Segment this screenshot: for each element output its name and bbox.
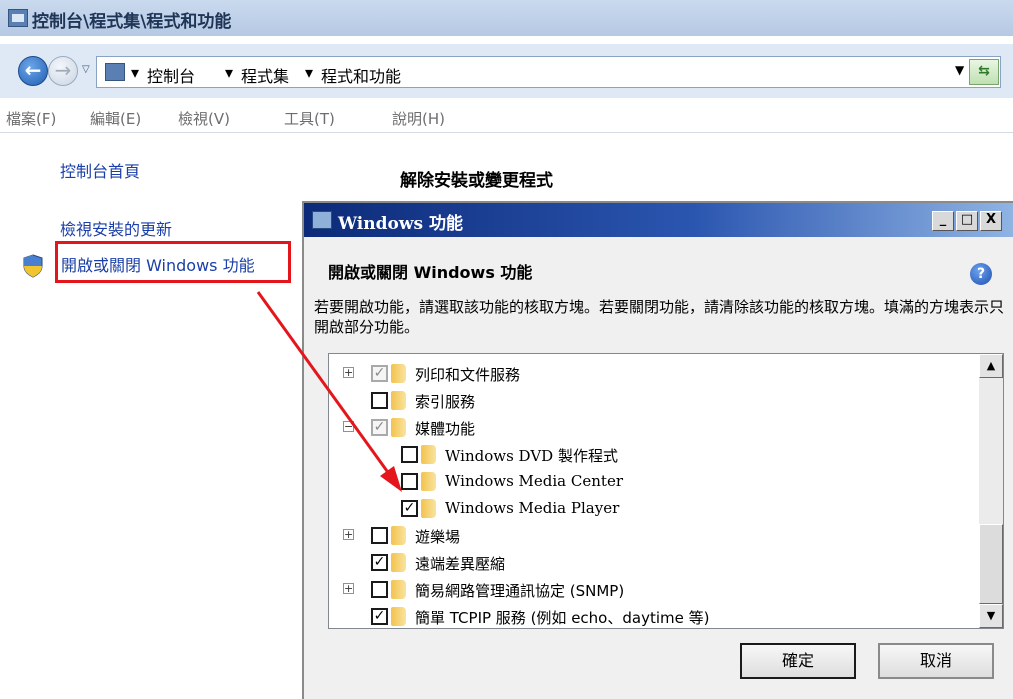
feature-checkbox[interactable] [371, 581, 388, 598]
menu-edit[interactable]: 編輯(E) [90, 108, 141, 129]
dialog-title: Windows 功能 [338, 214, 463, 234]
feature-row[interactable]: ✓ Windows Media Player [329, 495, 979, 522]
feature-row[interactable]: Windows DVD 製作程式 [329, 441, 979, 468]
windows-features-dialog: Windows 功能 _ □ X 開啟或關閉 Windows 功能 ? 若要開啟… [302, 201, 1013, 699]
feature-checkbox[interactable]: ✓ [371, 554, 388, 571]
crumb-separator-icon[interactable]: ▾ [305, 63, 313, 82]
feature-label: 遊樂場 [415, 528, 461, 546]
page-title: 解除安裝或變更程式 [400, 171, 553, 191]
address-field[interactable]: ▾ 控制台 ▾ 程式集 ▾ 程式和功能 ▼ ⇆ [96, 56, 1001, 88]
feature-label: Windows Media Center [445, 472, 623, 490]
refresh-icon[interactable]: ⇆ [969, 59, 999, 85]
feature-checkbox[interactable]: ✓ [371, 608, 388, 625]
feature-row[interactable]: Windows Media Center [329, 468, 979, 495]
folder-icon [421, 499, 436, 518]
ok-button[interactable]: 確定 [740, 643, 856, 679]
feature-checkbox[interactable] [401, 473, 418, 490]
scroll-thumb[interactable] [979, 524, 1003, 604]
feature-label: 遠端差異壓縮 [415, 555, 506, 573]
feature-label: 簡易網路管理通訊協定 (SNMP) [415, 582, 625, 600]
feature-label: 索引服務 [415, 393, 476, 411]
control-panel-icon [8, 9, 28, 27]
sidebar-link-home[interactable]: 控制台首頁 [60, 158, 140, 182]
menu-help[interactable]: 說明(H) [392, 108, 445, 129]
breadcrumb-programs-features[interactable]: 程式和功能 [321, 63, 401, 87]
address-dropdown-icon[interactable]: ▼ [955, 63, 964, 77]
folder-icon [391, 391, 406, 410]
folder-icon [391, 364, 406, 383]
back-arrow-icon[interactable]: ← [18, 56, 48, 86]
breadcrumb-control-panel[interactable]: 控制台 [147, 63, 195, 87]
menu-file[interactable]: 檔案(F) [6, 108, 56, 129]
expand-icon[interactable]: + [343, 583, 354, 594]
folder-icon [421, 445, 436, 464]
crumb-separator-icon[interactable]: ▾ [131, 63, 139, 82]
sidebar-link-updates[interactable]: 檢視安裝的更新 [60, 216, 172, 240]
feature-checkbox[interactable]: ✓ [371, 365, 388, 382]
expand-icon[interactable]: + [343, 367, 354, 378]
maximize-button[interactable]: □ [956, 211, 978, 231]
feature-checkbox[interactable]: ✓ [401, 500, 418, 517]
menu-tools[interactable]: 工具(T) [284, 108, 335, 129]
breadcrumb-programs[interactable]: 程式集 [241, 63, 289, 87]
feature-row[interactable]: − ✓ 媒體功能 [329, 414, 979, 441]
dialog-titlebar: Windows 功能 _ □ X [304, 203, 1013, 237]
minimize-button[interactable]: _ [932, 211, 954, 231]
windows-features-icon [312, 211, 332, 229]
feature-row[interactable]: ✓ 遠端差異壓縮 [329, 549, 979, 576]
feature-label: 列印和文件服務 [415, 366, 521, 384]
feature-checkbox[interactable] [371, 392, 388, 409]
history-dropdown-icon[interactable]: ▽ [82, 64, 90, 75]
folder-icon [391, 580, 406, 599]
menu-bar: 檔案(F) 編輯(E) 檢視(V) 工具(T) 說明(H) [0, 104, 1013, 133]
scroll-down-icon[interactable]: ▼ [979, 604, 1003, 628]
control-panel-icon [105, 63, 125, 81]
dialog-heading: 開啟或關閉 Windows 功能 [328, 263, 533, 282]
feature-checkbox[interactable] [401, 446, 418, 463]
expand-icon[interactable]: + [343, 529, 354, 540]
scroll-up-icon[interactable]: ▲ [979, 354, 1003, 378]
forward-arrow-icon[interactable]: → [48, 56, 78, 86]
help-icon[interactable]: ? [970, 263, 992, 285]
feature-row[interactable]: ✓ 簡單 TCPIP 服務 (例如 echo、daytime 等) [329, 603, 979, 628]
feature-checkbox[interactable]: ✓ [371, 419, 388, 436]
vertical-scrollbar[interactable]: ▲ ▼ [979, 354, 1003, 628]
feature-label: 媒體功能 [415, 420, 476, 438]
folder-icon [421, 472, 436, 491]
cancel-button[interactable]: 取消 [878, 643, 994, 679]
feature-row[interactable]: 索引服務 [329, 387, 979, 414]
feature-label: Windows Media Player [445, 499, 620, 517]
feature-row[interactable]: + ✓ 列印和文件服務 [329, 360, 979, 387]
dialog-description: 若要開啟功能，請選取該功能的核取方塊。若要關閉功能，請清除該功能的核取方塊。填滿… [314, 298, 1005, 336]
uac-shield-icon [23, 254, 43, 278]
window-titlebar: 控制台\程式集\程式和功能 [0, 0, 1013, 36]
folder-icon [391, 553, 406, 572]
feature-row[interactable]: + 遊樂場 [329, 522, 979, 549]
sidebar-link-windows-features[interactable]: 開啟或關閉 Windows 功能 [55, 241, 291, 283]
feature-row[interactable]: + 簡易網路管理通訊協定 (SNMP) [329, 576, 979, 603]
menu-view[interactable]: 檢視(V) [178, 108, 230, 129]
collapse-icon[interactable]: − [343, 421, 354, 432]
feature-checkbox[interactable] [371, 527, 388, 544]
crumb-separator-icon[interactable]: ▾ [225, 63, 233, 82]
sidebar-link-windows-features-label: 開啟或關閉 Windows 功能 [61, 256, 255, 275]
folder-icon [391, 526, 406, 545]
address-toolbar: ← → ▽ ▾ 控制台 ▾ 程式集 ▾ 程式和功能 ▼ ⇆ [0, 44, 1013, 98]
feature-label: 簡單 TCPIP 服務 (例如 echo、daytime 等) [415, 609, 710, 627]
window-title: 控制台\程式集\程式和功能 [32, 12, 232, 32]
features-tree: + ✓ 列印和文件服務 索引服務 − ✓ 媒體功能 Windows DVD 製作程式 Windo… [328, 353, 1004, 629]
feature-label: Windows DVD 製作程式 [445, 447, 618, 465]
folder-icon [391, 418, 406, 437]
folder-icon [391, 607, 406, 626]
close-button[interactable]: X [980, 211, 1002, 231]
